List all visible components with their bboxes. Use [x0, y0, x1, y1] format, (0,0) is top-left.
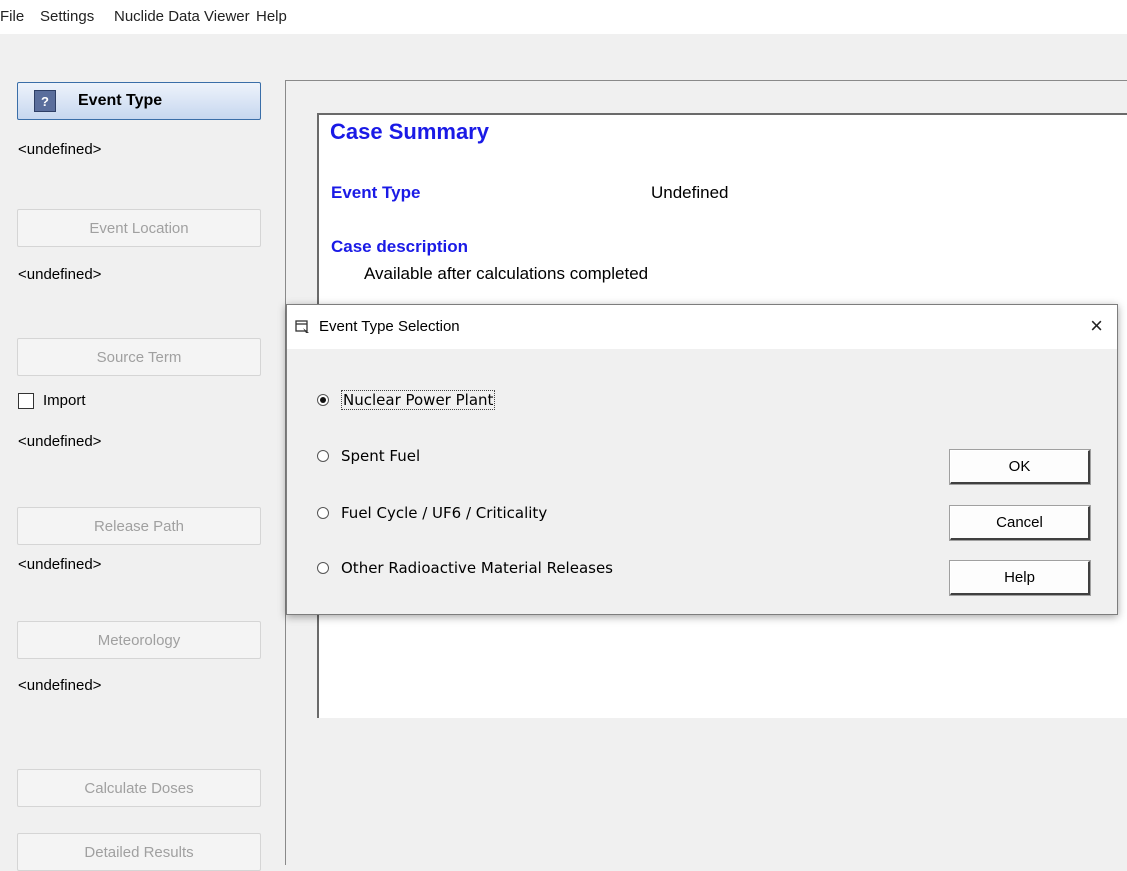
release-path-status: <undefined>	[18, 556, 102, 573]
event-type-selection-dialog: Event Type Selection × Nuclear Power Pla…	[286, 304, 1118, 615]
cancel-button[interactable]: Cancel	[949, 505, 1091, 541]
close-icon[interactable]: ×	[1090, 313, 1103, 339]
option-label: Other Radioactive Material Releases	[341, 559, 613, 577]
case-summary-title: Case Summary	[330, 119, 489, 144]
import-checkbox-row[interactable]: Import	[18, 392, 86, 409]
menu-file[interactable]: File	[0, 8, 24, 25]
meteorology-button[interactable]: Meteorology	[17, 621, 261, 659]
option-fuel-cycle[interactable]: Fuel Cycle / UF6 / Criticality	[317, 504, 547, 522]
event-location-button[interactable]: Event Location	[17, 209, 261, 247]
dialog-title: Event Type Selection	[319, 318, 460, 335]
menu-bar: File Settings Nuclide Data Viewer Help	[0, 0, 1127, 34]
event-type-summary-label: Event Type	[331, 183, 421, 202]
calculate-doses-button[interactable]: Calculate Doses	[17, 769, 261, 807]
release-path-button[interactable]: Release Path	[17, 507, 261, 545]
option-other-radioactive[interactable]: Other Radioactive Material Releases	[317, 559, 613, 577]
menu-settings[interactable]: Settings	[40, 8, 94, 25]
import-checkbox[interactable]	[18, 392, 34, 409]
option-spent-fuel[interactable]: Spent Fuel	[317, 447, 420, 465]
dialog-window-icon	[295, 320, 309, 333]
event-type-button[interactable]: ? Event Type	[17, 82, 261, 120]
option-label: Spent Fuel	[341, 447, 421, 465]
radio-spent-fuel[interactable]	[317, 450, 329, 462]
event-type-button-label: Event Type	[78, 92, 163, 109]
radio-nuclear-power-plant[interactable]	[317, 394, 329, 406]
dialog-titlebar[interactable]: Event Type Selection ×	[287, 305, 1117, 349]
radio-fuel-cycle[interactable]	[317, 507, 329, 519]
detailed-results-button[interactable]: Detailed Results	[17, 833, 261, 871]
meteorology-status: <undefined>	[18, 677, 102, 694]
radio-other-radioactive[interactable]	[317, 562, 329, 574]
option-label: Nuclear Power Plant	[341, 390, 496, 410]
case-description-label: Case description	[331, 237, 468, 256]
case-description-value: Available after calculations completed	[364, 264, 649, 283]
source-term-button[interactable]: Source Term	[17, 338, 261, 376]
option-nuclear-power-plant[interactable]: Nuclear Power Plant	[317, 390, 496, 410]
option-label: Fuel Cycle / UF6 / Criticality	[341, 504, 548, 522]
help-question-icon: ?	[34, 90, 56, 112]
import-label: Import	[43, 392, 86, 409]
event-location-status: <undefined>	[18, 266, 102, 283]
menu-nuclide-data-viewer[interactable]: Nuclide Data Viewer	[114, 8, 250, 25]
help-button[interactable]: Help	[949, 560, 1091, 596]
menu-help[interactable]: Help	[256, 8, 287, 25]
source-term-status: <undefined>	[18, 433, 102, 450]
ok-button[interactable]: OK	[949, 449, 1091, 485]
event-type-summary-value: Undefined	[651, 183, 729, 202]
event-type-status: <undefined>	[18, 141, 102, 158]
